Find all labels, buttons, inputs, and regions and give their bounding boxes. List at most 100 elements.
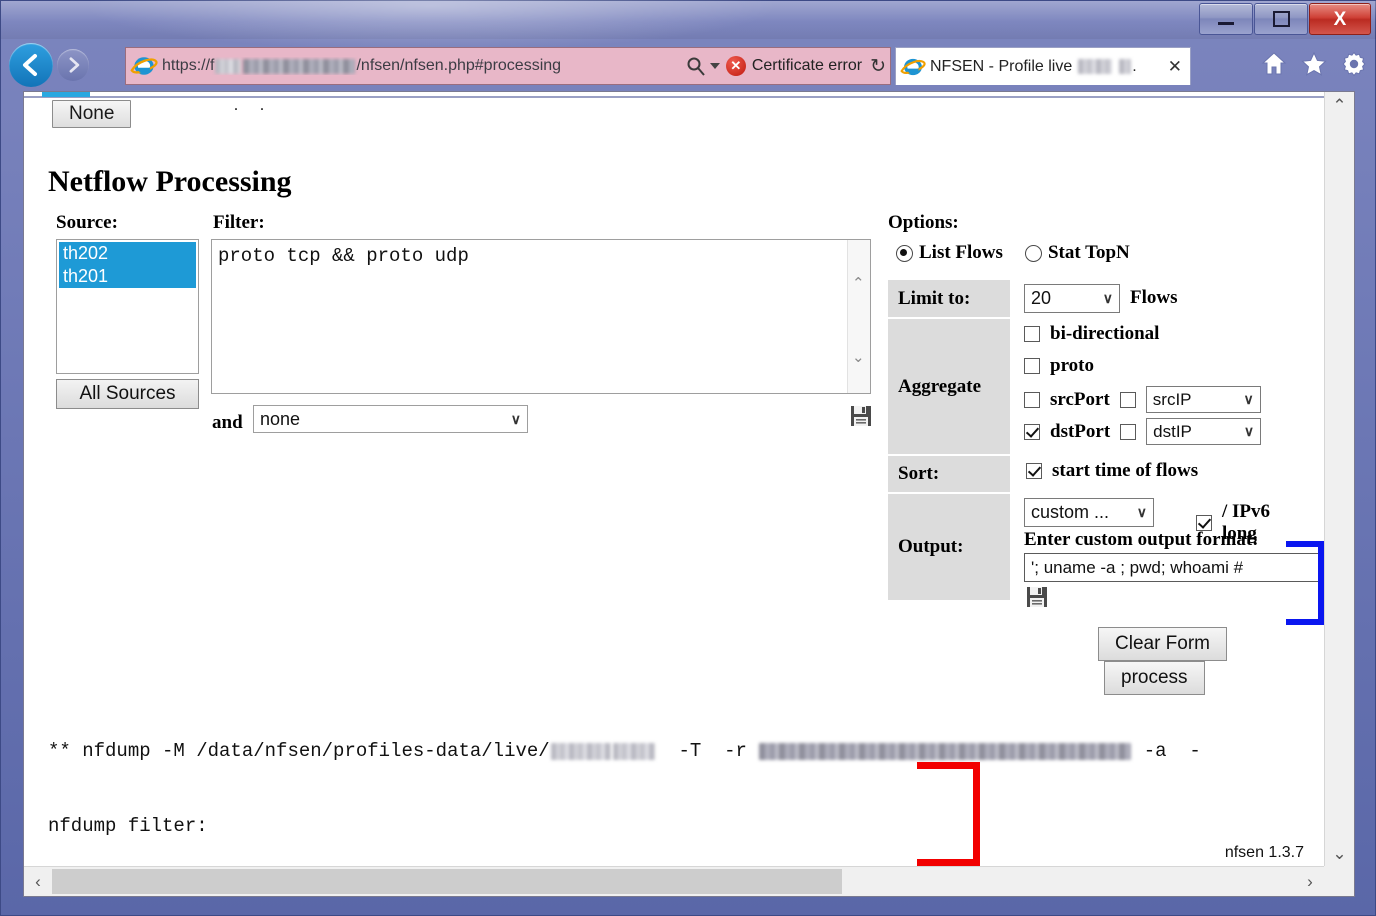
close-button[interactable]: X xyxy=(1309,3,1371,35)
chevron-down-icon: ∨ xyxy=(1137,504,1147,521)
close-icon: X xyxy=(1334,10,1347,29)
aggregate-srcport-row: srcPort srcIP ∨ xyxy=(1024,386,1261,413)
save-filter-icon[interactable] xyxy=(850,405,872,432)
internet-explorer-icon xyxy=(130,52,158,80)
save-output-format-icon[interactable] xyxy=(1026,586,1048,613)
proto-label: proto xyxy=(1050,355,1094,377)
url-prefix: https://f xyxy=(162,57,214,75)
bi-directional-label: bi-directional xyxy=(1050,323,1159,345)
search-icon[interactable] xyxy=(686,56,706,76)
scroll-up-icon[interactable]: ⌃ xyxy=(1325,92,1354,120)
tab-title: NFSEN - Profile live . xyxy=(930,58,1137,76)
red-annotation-bracket xyxy=(917,762,980,866)
scroll-right-icon[interactable]: › xyxy=(1296,867,1324,896)
and-label: and xyxy=(212,412,243,434)
browser-navigation-bar: https://f /nfsen/nfsen.php#processing ✕ … xyxy=(1,39,1376,91)
scrollbar-corner xyxy=(1324,866,1354,896)
output-format-select[interactable]: custom ... ∨ xyxy=(1024,498,1154,527)
forward-arrow-icon xyxy=(64,56,82,74)
home-icon[interactable] xyxy=(1261,51,1287,77)
sort-start-time-checkbox[interactable] xyxy=(1026,463,1042,479)
all-sources-button[interactable]: All Sources xyxy=(56,379,199,409)
tab-close-icon[interactable]: ✕ xyxy=(1168,57,1190,77)
window-controls: X xyxy=(1199,3,1371,35)
custom-output-format-value: '; uname -a ; pwd; whoami # xyxy=(1031,558,1243,578)
source-label: Source: xyxy=(56,212,118,234)
proto-checkbox[interactable] xyxy=(1024,358,1040,374)
chevron-down-icon: ∨ xyxy=(1103,290,1113,307)
sort-start-time-label: start time of flows xyxy=(1052,460,1198,482)
tab-title-tail: . xyxy=(1132,58,1136,76)
dstport-label: dstPort xyxy=(1050,421,1110,443)
none-button[interactable]: None xyxy=(52,100,131,128)
limit-select[interactable]: 20 ∨ xyxy=(1024,284,1120,313)
gear-icon[interactable] xyxy=(1341,51,1367,77)
form-buttons: Clear Form process xyxy=(1098,627,1324,695)
scroll-down-icon[interactable]: ⌄ xyxy=(1325,840,1354,868)
certificate-error-label: Certificate error xyxy=(752,57,862,75)
tab-title-text: NFSEN - Profile live xyxy=(930,58,1072,76)
saved-filter-select[interactable]: none ∨ xyxy=(253,405,528,433)
filter-scroll-up-icon[interactable]: ⌃ xyxy=(852,274,865,292)
console-line-1-b: -T -r xyxy=(656,739,759,764)
filter-scroll-down-icon[interactable]: ⌄ xyxy=(852,348,865,366)
url-redaction-1 xyxy=(215,59,241,74)
star-icon[interactable] xyxy=(1301,51,1327,77)
console-line-2: nfdump filter: xyxy=(48,814,1308,839)
scroll-left-icon[interactable]: ‹ xyxy=(24,867,52,896)
srcport-checkbox[interactable] xyxy=(1024,392,1040,408)
url-suffix: /nfsen/nfsen.php#processing xyxy=(356,57,561,75)
aggregate-dstport-row: dstPort dstIP ∨ xyxy=(1024,418,1261,445)
sort-row-label: Sort: xyxy=(888,456,1010,492)
filter-textarea[interactable]: proto tcp && proto udp ⌃ ⌄ xyxy=(211,239,871,394)
nfsen-page-content: None .. Netflow Processing Source: Filte… xyxy=(24,92,1324,868)
forward-button[interactable] xyxy=(57,49,89,81)
back-button[interactable] xyxy=(9,43,53,87)
address-bar[interactable]: https://f /nfsen/nfsen.php#processing ✕ … xyxy=(125,47,891,85)
list-flows-radio[interactable] xyxy=(896,245,913,262)
console-redaction-3 xyxy=(759,743,1131,760)
minimize-button[interactable] xyxy=(1199,3,1253,35)
dstip-checkbox[interactable] xyxy=(1120,424,1136,440)
source-item-th202[interactable]: th202 xyxy=(59,242,196,265)
certificate-error-indicator[interactable]: ✕ Certificate error xyxy=(726,56,870,76)
output-format-value: custom ... xyxy=(1031,502,1109,523)
source-item-th201[interactable]: th201 xyxy=(59,265,196,288)
address-bar-search-group[interactable] xyxy=(686,56,726,76)
output-row-label: Output: xyxy=(888,494,1010,600)
saved-filter-value: none xyxy=(260,409,300,430)
bi-directional-checkbox[interactable] xyxy=(1024,326,1040,342)
clipped-upper-text: .. xyxy=(234,97,286,115)
aggregate-bidirectional-row: bi-directional xyxy=(1024,323,1159,345)
certificate-error-icon: ✕ xyxy=(726,56,746,76)
limit-select-value: 20 xyxy=(1031,288,1051,309)
tab-title-redaction-2 xyxy=(1119,59,1131,74)
clear-form-button[interactable]: Clear Form xyxy=(1098,627,1227,661)
dstport-checkbox[interactable] xyxy=(1024,424,1040,440)
stat-topn-radio[interactable] xyxy=(1025,245,1042,262)
source-listbox[interactable]: th202 th201 xyxy=(56,239,199,374)
page-horizontal-scrollbar[interactable]: ‹ › xyxy=(24,866,1354,896)
dstip-select[interactable]: dstIP ∨ xyxy=(1146,418,1261,445)
page-title: Netflow Processing xyxy=(48,165,292,199)
stat-topn-label: Stat TopN xyxy=(1048,242,1130,264)
filter-textarea-scrollbar[interactable]: ⌃ ⌄ xyxy=(847,240,870,393)
options-label: Options: xyxy=(888,212,959,234)
custom-output-format-label: Enter custom output format: xyxy=(1024,529,1259,551)
console-redaction-2 xyxy=(613,743,655,760)
srcip-checkbox[interactable] xyxy=(1120,392,1136,408)
tab-title-redaction-1 xyxy=(1078,59,1112,74)
refresh-icon[interactable]: ↻ xyxy=(870,55,890,78)
custom-output-format-input[interactable]: '; uname -a ; pwd; whoami # xyxy=(1024,553,1324,582)
blue-annotation-bracket xyxy=(1286,541,1324,625)
page-vertical-scrollbar[interactable]: ⌃ ⌄ xyxy=(1324,92,1354,868)
browser-tab[interactable]: NFSEN - Profile live . ✕ xyxy=(895,47,1191,85)
minimize-icon xyxy=(1218,22,1234,25)
srcip-select[interactable]: srcIP ∨ xyxy=(1146,386,1261,413)
horizontal-scroll-thumb[interactable] xyxy=(52,869,842,894)
chevron-down-icon[interactable] xyxy=(710,63,720,69)
console-output: ** nfdump -M /data/nfsen/profiles-data/l… xyxy=(48,689,1308,868)
url-redaction-2 xyxy=(243,59,355,74)
flows-unit-label: Flows xyxy=(1130,287,1178,309)
maximize-button[interactable] xyxy=(1254,3,1308,35)
